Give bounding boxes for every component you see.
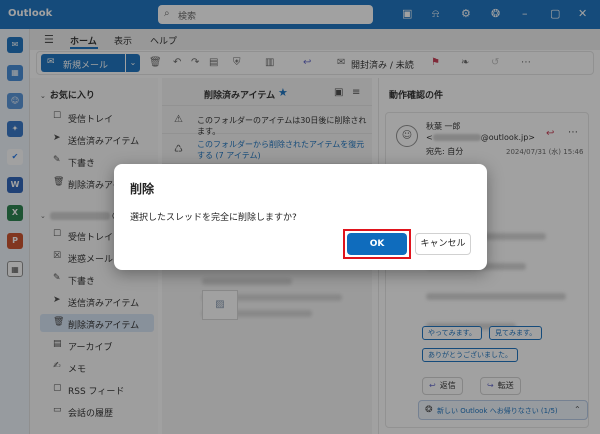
delete-dialog: 削除 選択したスレッドを完全に削除しますか? OK キャンセル: [114, 164, 487, 270]
ok-button[interactable]: OK: [347, 233, 407, 255]
cancel-button[interactable]: キャンセル: [415, 233, 471, 255]
dialog-message: 選択したスレッドを完全に削除しますか?: [130, 213, 297, 223]
dialog-title: 削除: [130, 182, 155, 196]
